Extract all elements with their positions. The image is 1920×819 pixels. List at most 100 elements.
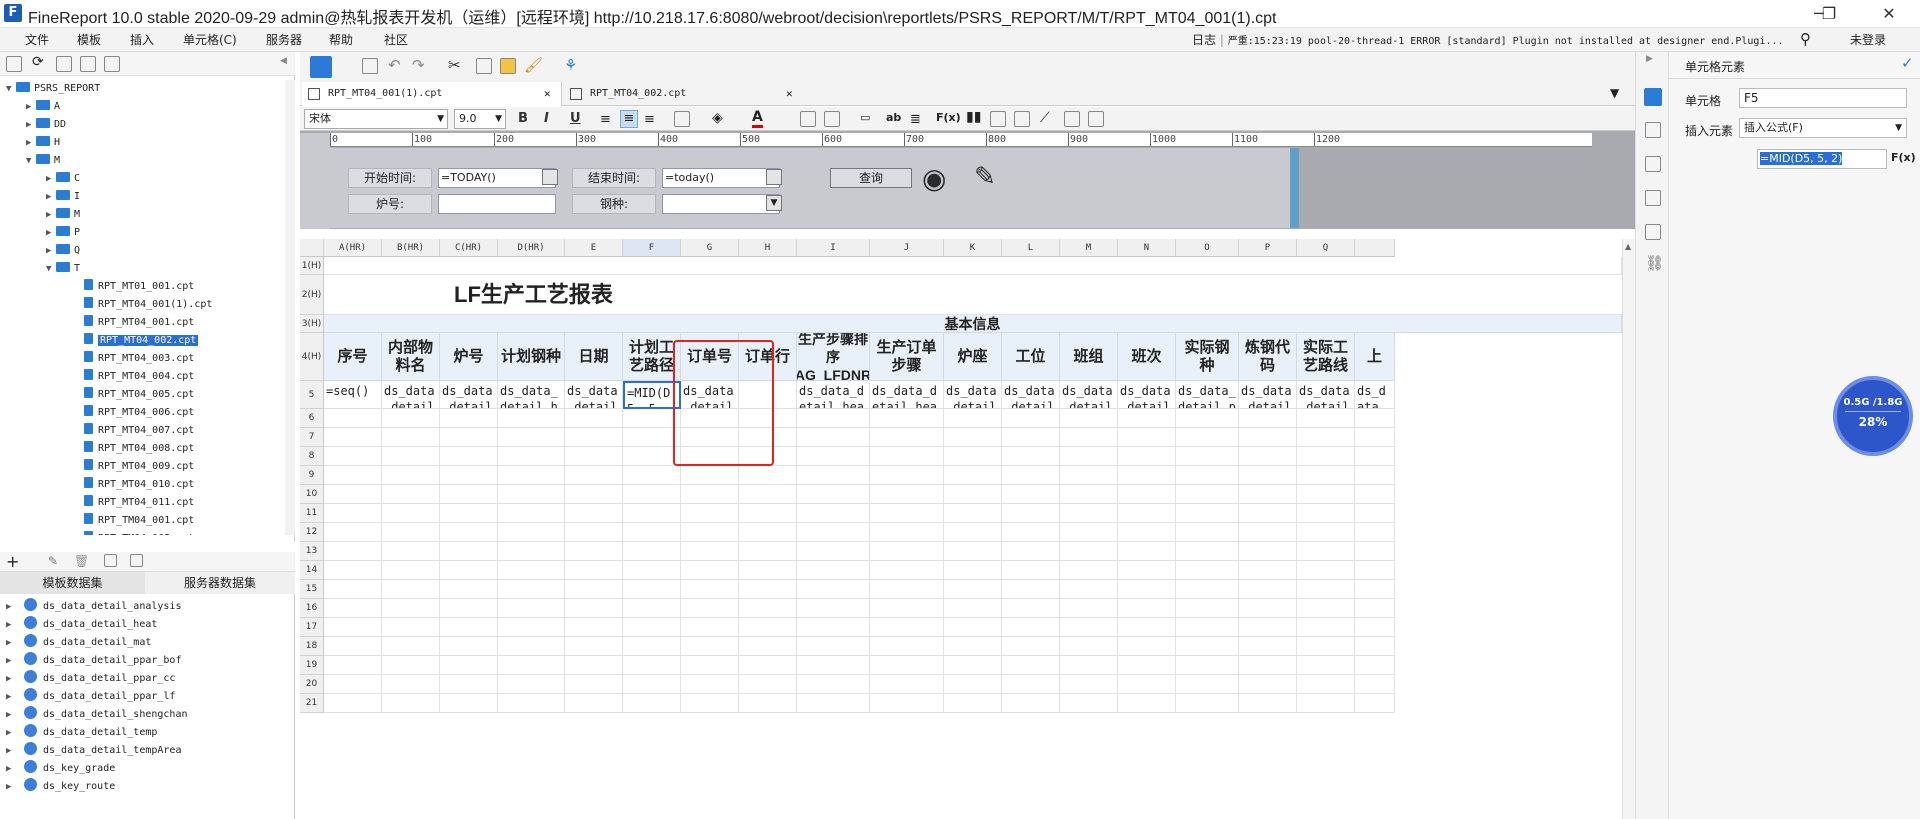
tree-folder[interactable]: ▶ A <box>26 98 60 116</box>
collapse-icon[interactable]: ◀ <box>280 56 287 66</box>
grid-cell[interactable] <box>1118 580 1176 599</box>
grid-cell[interactable] <box>870 675 944 694</box>
data-cell[interactable]: ds_data_detail_heat_ <box>498 381 565 409</box>
grid-cell[interactable] <box>1355 637 1395 656</box>
grid-cell[interactable] <box>623 599 681 618</box>
tree-file[interactable]: RPT_MT04_005.cpt <box>74 386 194 404</box>
tree-root-folder[interactable]: ▼ PSRS_REPORT <box>6 80 100 98</box>
grid-cell[interactable] <box>944 447 1002 466</box>
close-window-button[interactable]: ✕ <box>1866 2 1912 26</box>
grid-cell[interactable] <box>1118 656 1176 675</box>
grid-cell[interactable] <box>797 580 870 599</box>
column-header[interactable]: H <box>739 239 797 257</box>
grid-cell[interactable] <box>382 694 440 713</box>
tree-file[interactable]: RPT_MT04_010.cpt <box>74 476 194 494</box>
grid-cell[interactable] <box>870 504 944 523</box>
grid-cell[interactable] <box>1176 694 1239 713</box>
menu-community[interactable]: 社区 <box>384 31 408 48</box>
grid-cell[interactable] <box>944 542 1002 561</box>
grid-cell[interactable] <box>1176 599 1239 618</box>
grid-cell[interactable] <box>1239 409 1297 428</box>
expand-icon[interactable]: ▶ <box>1646 54 1653 64</box>
insert-element-select[interactable]: 插入公式(F) ▼ <box>1739 118 1907 138</box>
grid-cell[interactable] <box>382 656 440 675</box>
tree-file[interactable]: RPT_MT04_009.cpt <box>74 458 194 476</box>
grid-cell[interactable] <box>1176 580 1239 599</box>
grid-cell[interactable] <box>1176 428 1239 447</box>
grid-cell[interactable] <box>324 466 382 485</box>
grid-cell[interactable] <box>870 485 944 504</box>
grid-cell[interactable] <box>623 675 681 694</box>
hide-eye-icon[interactable]: ◉ <box>922 162 946 195</box>
column-header[interactable]: P <box>1239 239 1297 257</box>
column-title-cell[interactable]: 实际钢种 <box>1176 333 1239 381</box>
expand-caret-icon[interactable]: ▶ <box>6 670 16 688</box>
dataset-item[interactable]: ▶ ds_data_detail_ppar_bof <box>6 652 181 670</box>
grid-cell[interactable] <box>1002 580 1060 599</box>
grid-cell[interactable] <box>870 542 944 561</box>
tree-folder[interactable]: ▶ DD <box>26 116 66 134</box>
grid-cell[interactable] <box>565 542 623 561</box>
grid-cell[interactable] <box>681 637 739 656</box>
expand-caret-icon[interactable]: ▶ <box>26 98 36 116</box>
grid-cell[interactable] <box>1297 523 1355 542</box>
row-header[interactable]: 12 <box>300 523 324 542</box>
grid-cell[interactable] <box>498 428 565 447</box>
grid-cell[interactable] <box>382 675 440 694</box>
tree-file[interactable]: RPT_MT04_002.cpt <box>74 332 199 350</box>
grid-cell[interactable] <box>1002 561 1060 580</box>
grid-cell[interactable] <box>944 580 1002 599</box>
grid-cell[interactable] <box>739 637 797 656</box>
end-time-input[interactable]: =today() <box>662 168 780 188</box>
grid-cell[interactable] <box>1239 656 1297 675</box>
grid-cell[interactable] <box>1239 428 1297 447</box>
float-element-icon[interactable] <box>1645 156 1661 172</box>
grid-cell[interactable] <box>382 599 440 618</box>
grid-cell[interactable] <box>1297 409 1355 428</box>
grid-cell[interactable] <box>681 542 739 561</box>
grid-cell[interactable] <box>681 485 739 504</box>
grid-cell[interactable] <box>565 447 623 466</box>
grid-cell[interactable] <box>498 599 565 618</box>
grid-cell[interactable] <box>681 523 739 542</box>
grid-cell[interactable] <box>797 504 870 523</box>
menu-file[interactable]: 文件 <box>25 31 49 48</box>
expand-caret-icon[interactable]: ▶ <box>26 134 36 152</box>
tree-file[interactable]: RPT_MT04_004.cpt <box>74 368 194 386</box>
grid-cell[interactable] <box>440 694 498 713</box>
grid-cell[interactable] <box>382 409 440 428</box>
widget-icon[interactable] <box>1645 190 1661 206</box>
grid-cell[interactable] <box>1060 599 1118 618</box>
column-title-cell[interactable]: 内部物料名 <box>382 333 440 381</box>
grid-cell[interactable] <box>565 599 623 618</box>
grid-cell[interactable] <box>1002 618 1060 637</box>
expand-caret-icon[interactable]: ▶ <box>6 760 16 778</box>
row-header[interactable]: 5 <box>300 381 324 409</box>
column-header[interactable]: D(HR) <box>498 239 565 257</box>
grid-cell[interactable] <box>498 466 565 485</box>
grid-cell[interactable] <box>739 561 797 580</box>
row-header[interactable]: 9 <box>300 466 324 485</box>
data-cell[interactable]: ds_data_detail_p <box>1060 381 1118 409</box>
expand-caret-icon[interactable]: ▶ <box>46 188 56 206</box>
tab-rpt-mt04-002[interactable]: RPT_MT04_002.cpt ✕ <box>564 82 804 106</box>
expand-caret-icon[interactable]: ▶ <box>6 652 16 670</box>
tree-subfolder[interactable]: ▶ I <box>46 188 80 206</box>
data-cell[interactable]: ds_data_detail_heat.S( <box>870 381 944 409</box>
grid-cell[interactable] <box>498 447 565 466</box>
align-center-icon[interactable]: ≡ <box>620 110 638 128</box>
grid-cell[interactable] <box>739 618 797 637</box>
furnace-input[interactable] <box>438 194 556 214</box>
tree-folder[interactable]: ▶ H <box>26 134 60 152</box>
grid-cell[interactable] <box>944 485 1002 504</box>
new-folder-icon[interactable] <box>6 56 22 72</box>
grid-cell[interactable] <box>797 675 870 694</box>
column-header[interactable]: B(HR) <box>382 239 440 257</box>
grid-cell[interactable] <box>1060 485 1118 504</box>
grid-cell[interactable] <box>324 542 382 561</box>
grid-cell[interactable] <box>681 656 739 675</box>
grid-cell[interactable] <box>565 428 623 447</box>
grid-cell[interactable] <box>1118 447 1176 466</box>
grid-cell[interactable] <box>1239 542 1297 561</box>
grid-cell[interactable] <box>623 580 681 599</box>
